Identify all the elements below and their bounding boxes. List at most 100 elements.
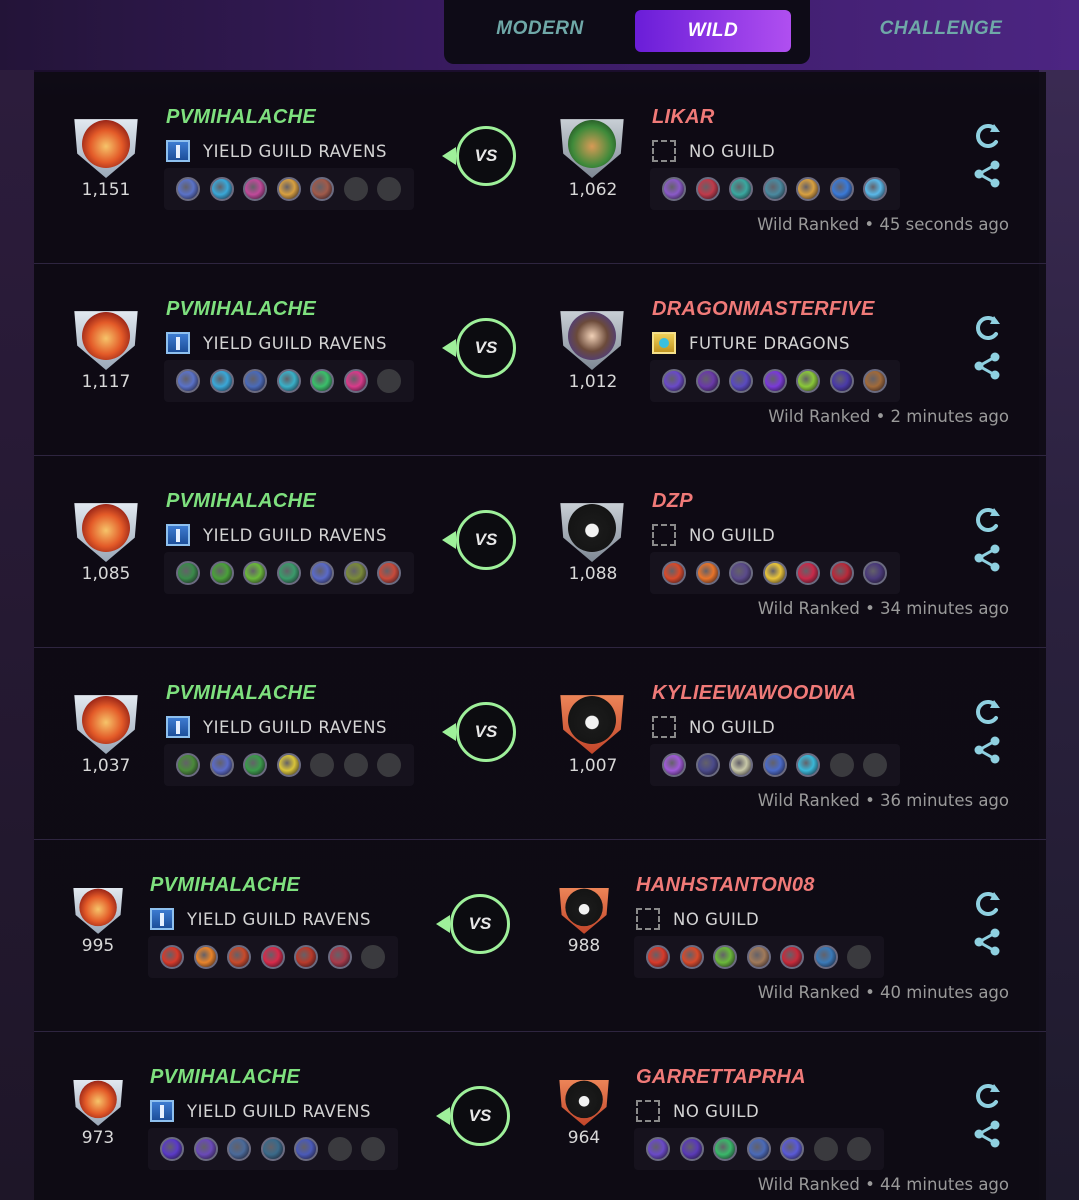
card-icon[interactable] (796, 561, 820, 585)
card-icon[interactable] (662, 369, 686, 393)
card-icon[interactable] (343, 369, 368, 393)
player1-name[interactable]: PVMIHALACHE (166, 490, 316, 513)
card-icon[interactable] (227, 945, 251, 969)
card-icon[interactable] (780, 1137, 804, 1161)
card-icon[interactable] (343, 561, 368, 585)
card-icon[interactable] (209, 369, 234, 393)
card-icon[interactable] (762, 561, 787, 585)
card-icon[interactable] (260, 1137, 285, 1161)
card-icon[interactable] (662, 177, 686, 201)
card-icon[interactable] (695, 177, 720, 201)
player2-avatar[interactable] (560, 503, 624, 562)
tab-wild[interactable]: WILD (635, 10, 791, 52)
card-icon[interactable] (193, 1137, 218, 1161)
card-icon[interactable] (662, 753, 686, 777)
card-icon[interactable] (863, 561, 887, 585)
card-icon[interactable] (695, 561, 720, 585)
card-icon[interactable] (729, 177, 753, 201)
player2-name[interactable]: HANHSTANTON08 (636, 874, 815, 897)
share-icon[interactable] (972, 544, 1002, 572)
card-icon[interactable] (679, 945, 704, 969)
card-icon[interactable] (646, 1137, 670, 1161)
card-icon[interactable] (646, 945, 670, 969)
card-icon[interactable] (863, 369, 887, 393)
card-icon[interactable] (160, 945, 184, 969)
card-icon[interactable] (310, 561, 334, 585)
card-icon[interactable] (176, 177, 200, 201)
player1-avatar[interactable] (74, 695, 138, 754)
card-icon[interactable] (209, 561, 234, 585)
card-icon[interactable] (796, 177, 820, 201)
card-icon[interactable] (729, 561, 753, 585)
replay-icon[interactable] (972, 314, 1002, 342)
card-icon[interactable] (160, 1137, 184, 1161)
player1-avatar[interactable] (74, 119, 138, 178)
player2-avatar[interactable] (559, 887, 609, 934)
card-icon[interactable] (746, 1137, 771, 1161)
card-icon[interactable] (713, 1137, 737, 1161)
card-icon[interactable] (377, 561, 401, 585)
card-icon[interactable] (695, 369, 720, 393)
card-icon[interactable] (829, 561, 854, 585)
card-icon[interactable] (813, 945, 838, 969)
player1-name[interactable]: PVMIHALACHE (166, 106, 316, 129)
card-icon[interactable] (713, 945, 737, 969)
card-icon[interactable] (176, 561, 200, 585)
replay-icon[interactable] (972, 890, 1002, 918)
player2-avatar[interactable] (560, 119, 624, 178)
player2-avatar[interactable] (560, 311, 624, 370)
card-icon[interactable] (796, 753, 820, 777)
card-icon[interactable] (209, 177, 234, 201)
player2-avatar[interactable] (559, 1079, 609, 1126)
replay-icon[interactable] (972, 1082, 1002, 1110)
player1-name[interactable]: PVMIHALACHE (150, 1066, 300, 1089)
card-icon[interactable] (863, 177, 887, 201)
player1-avatar[interactable] (74, 503, 138, 562)
card-icon[interactable] (695, 753, 720, 777)
card-icon[interactable] (729, 753, 753, 777)
card-icon[interactable] (662, 561, 686, 585)
share-icon[interactable] (972, 160, 1002, 188)
share-icon[interactable] (972, 736, 1002, 764)
card-icon[interactable] (243, 369, 267, 393)
card-icon[interactable] (829, 177, 854, 201)
card-icon[interactable] (796, 369, 820, 393)
player2-avatar[interactable] (560, 695, 624, 754)
card-icon[interactable] (276, 753, 301, 777)
card-icon[interactable] (294, 945, 318, 969)
card-icon[interactable] (762, 753, 787, 777)
card-icon[interactable] (260, 945, 285, 969)
card-icon[interactable] (746, 945, 771, 969)
player2-name[interactable]: DZP (652, 490, 693, 513)
player2-name[interactable]: KYLIEEWAWOODWA (652, 682, 856, 705)
player1-avatar[interactable] (73, 1079, 123, 1126)
player2-name[interactable]: GARRETTAPRHA (636, 1066, 806, 1089)
card-icon[interactable] (193, 945, 218, 969)
player1-avatar[interactable] (74, 311, 138, 370)
card-icon[interactable] (243, 561, 267, 585)
tab-challenge[interactable]: CHALLENGE (866, 18, 1016, 40)
card-icon[interactable] (209, 753, 234, 777)
tab-modern[interactable]: MODERN (470, 18, 610, 40)
card-icon[interactable] (276, 369, 301, 393)
card-icon[interactable] (243, 753, 267, 777)
card-icon[interactable] (310, 177, 334, 201)
card-icon[interactable] (829, 369, 854, 393)
replay-icon[interactable] (972, 506, 1002, 534)
card-icon[interactable] (729, 369, 753, 393)
replay-icon[interactable] (972, 122, 1002, 150)
player2-name[interactable]: LIKAR (652, 106, 715, 129)
card-icon[interactable] (310, 369, 334, 393)
card-icon[interactable] (227, 1137, 251, 1161)
player2-name[interactable]: DRAGONMASTERFIVE (652, 298, 875, 321)
card-icon[interactable] (762, 369, 787, 393)
card-icon[interactable] (276, 177, 301, 201)
card-icon[interactable] (176, 369, 200, 393)
card-icon[interactable] (176, 753, 200, 777)
share-icon[interactable] (972, 1120, 1002, 1148)
card-icon[interactable] (780, 945, 804, 969)
share-icon[interactable] (972, 928, 1002, 956)
replay-icon[interactable] (972, 698, 1002, 726)
card-icon[interactable] (243, 177, 267, 201)
card-icon[interactable] (762, 177, 787, 201)
